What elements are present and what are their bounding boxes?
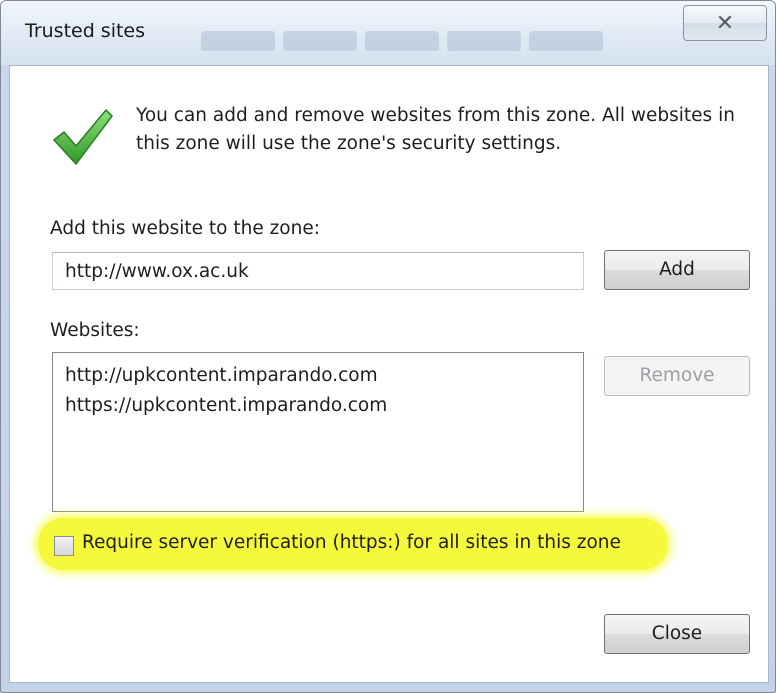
add-button[interactable]: Add [604,250,750,290]
remove-button: Remove [604,356,750,396]
checkmark-icon [53,109,113,165]
zone-info-text: You can add and remove websites from thi… [136,105,735,154]
ghost-tab [447,31,521,51]
verification-label[interactable]: Require server verification (https:) for… [82,532,621,553]
websites-list[interactable]: http://upkcontent.imparando.com https://… [52,352,584,512]
list-item[interactable]: http://upkcontent.imparando.com [65,361,571,391]
dialog-body: You can add and remove websites from thi… [9,65,769,683]
verification-checkbox[interactable] [54,536,74,556]
close-icon[interactable]: ✕ [683,5,767,41]
ghost-tab [283,31,357,51]
list-item[interactable]: https://upkcontent.imparando.com [65,391,571,421]
ghost-tab [201,31,275,51]
ghost-tab [529,31,603,51]
trusted-sites-dialog: Trusted sites ✕ You can add and remove w… [0,0,776,693]
title-bar[interactable]: Trusted sites ✕ [1,1,775,65]
close-button[interactable]: Close [604,614,750,654]
close-glyph: ✕ [715,10,735,36]
website-url-input[interactable] [52,252,584,290]
ghost-tab [365,31,439,51]
add-website-label: Add this website to the zone: [50,218,320,239]
dialog-title: Trusted sites [25,20,146,42]
background-tabs [201,31,603,53]
websites-label: Websites: [50,320,140,341]
